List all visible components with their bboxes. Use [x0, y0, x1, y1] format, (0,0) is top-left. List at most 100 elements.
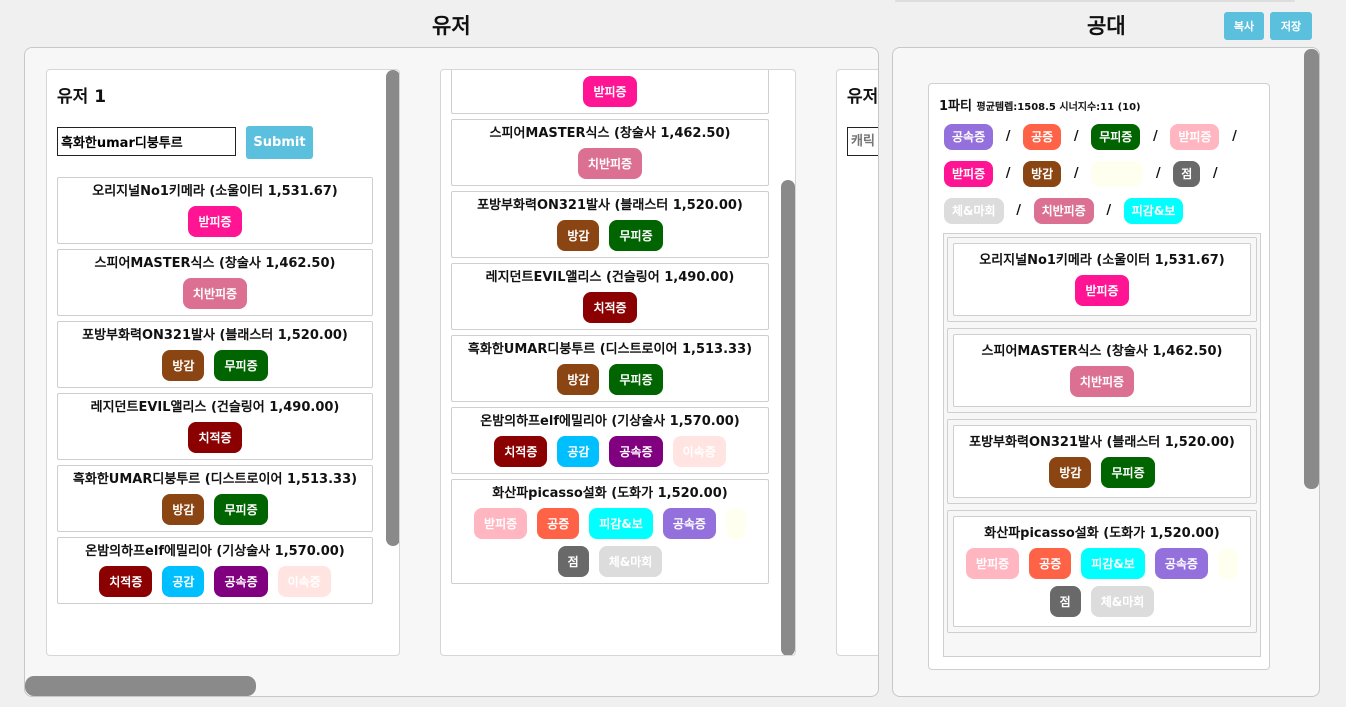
synergy-tag: 공감 [557, 436, 600, 467]
character-item[interactable]: 스피어MASTER식스 (창술사 1,462.50) 치반피증 [451, 119, 769, 186]
separator: / [1005, 166, 1011, 181]
synergy-tag: 공속증 [214, 566, 268, 597]
separator: / [1152, 129, 1158, 144]
synergy-tag: 공증 [1029, 548, 1072, 579]
separator: / [1106, 203, 1112, 218]
character-card: 화산파picasso설화 (도화가 1,520.00) 받피증 공증 피감&보 공속증 점… [953, 516, 1251, 627]
synergy-tag [725, 508, 746, 539]
character-name-input[interactable] [57, 127, 236, 156]
top-divider [895, 0, 1295, 2]
synergy-tag: 방감 [557, 364, 600, 395]
synergy-tag: 이속증 [277, 566, 331, 597]
horizontal-scrollbar[interactable] [25, 676, 256, 696]
synergy-tag: 무피증 [609, 364, 663, 395]
character-name-input[interactable] [847, 127, 878, 156]
synergy-tags: 방감 무피증 [62, 350, 368, 381]
synergy-tag: 방감 [162, 494, 205, 525]
synergy-tag: 방감 [557, 220, 600, 251]
synergy-tags: 받피증 [958, 275, 1246, 306]
vertical-scrollbar[interactable] [1304, 49, 1319, 489]
separator: / [1016, 203, 1021, 218]
synergy-tag: 무피증 [609, 220, 663, 251]
raid-section-title: 공대 [1087, 14, 1126, 38]
synergy-tag: 공속증 [609, 436, 663, 467]
synergy-tag: 치반피증 [1033, 197, 1094, 224]
synergy-tags: 받피증 공증 피감&보 공속증 점 체&마회 [456, 508, 764, 577]
character-title: 포방부화력ON321발사 (블래스터 1,520.00) [82, 328, 348, 343]
vertical-scrollbar[interactable] [386, 70, 399, 546]
character-title: 포방부화력ON321발사 (블래스터 1,520.00) [477, 198, 743, 213]
character-item[interactable]: 흑화한UMAR디붕투르 (디스트로이어 1,513.33) 방감 무피증 [451, 335, 769, 402]
synergy-tags: 치적증 공감 공속증 이속증 [62, 566, 368, 597]
synergy-row: 받피증 / 방감 / / 점 / [944, 155, 1264, 192]
character-title: 레지던트EVIL앨리스 (건슬링어 1,490.00) [485, 270, 735, 285]
synergy-tag: 치적증 [188, 422, 242, 453]
synergy-tags: 받피증 공증 피감&보 공속증 점 체&마회 [958, 548, 1246, 617]
character-item[interactable]: 흑화한UMAR디붕투르 (디스트로이어 1,513.33) 방감 무피증 [57, 465, 373, 532]
synergy-tags: 방감 무피증 [62, 494, 368, 525]
synergy-tag: 공감 [162, 566, 205, 597]
user-card-3: 유저 [836, 69, 878, 656]
synergy-tag: 체&마회 [944, 197, 1004, 224]
character-item[interactable]: 레지던트EVIL앨리스 (건슬링어 1,490.00) 치적증 [57, 393, 373, 460]
party-header: 1파티 평균템렙:1508.5 시너지수:11 (10) [939, 95, 1141, 114]
character-item[interactable]: 포방부화력ON321발사 (블래스터 1,520.00) 방감 무피증 [451, 191, 769, 258]
synergy-tag: 받피증 [583, 76, 637, 107]
character-item[interactable]: 레지던트EVIL앨리스 (건슬링어 1,490.00) 치적증 [451, 263, 769, 330]
synergy-tag: 점 [557, 546, 589, 577]
synergy-tags: 방감 무피증 [456, 364, 764, 395]
character-item[interactable]: 화산파picasso설화 (도화가 1,520.00) 받피증 공증 피감&보 공속증 점… [947, 510, 1257, 633]
party-stats: 평균템렙:1508.5 시너지수:11 (10) [976, 102, 1141, 113]
character-title: 오리지널No1키메라 (소울이터 1,531.67) [92, 184, 338, 199]
synergy-tag: 치반피증 [1069, 366, 1135, 397]
vertical-scrollbar[interactable] [781, 180, 795, 655]
character-title: 화산파picasso설화 (도화가 1,520.00) [492, 486, 728, 501]
user-card-1: 유저 1 Submit 오리지널No1키메라 (소울이터 1,531.67) 받피… [46, 69, 400, 656]
save-button[interactable]: 저장 [1270, 12, 1312, 40]
character-item[interactable]: 스피어MASTER식스 (창술사 1,462.50) 치반피증 [57, 249, 373, 316]
synergy-tag: 받피증 [944, 160, 994, 187]
character-title: 흑화한UMAR디붕투르 (디스트로이어 1,513.33) [467, 342, 753, 357]
synergy-tag: 방감 [1049, 457, 1092, 488]
character-item[interactable]: 온밤의하프elf에밀리아 (기상술사 1,570.00) 치적증 공감 공속증 이속증 [57, 537, 373, 604]
synergy-tag: 무피증 [214, 494, 268, 525]
character-list: 받피증 스피어MASTER식스 (창술사 1,462.50) 치반피증 포방부화력ON… [451, 70, 769, 589]
character-item[interactable]: 화산파picasso설화 (도화가 1,520.00) 받피증 공증 피감&보 공속증 점… [451, 479, 769, 584]
synergy-row: 체&마회 / 치반피증 / 피감&보 [944, 192, 1264, 229]
synergy-tag [1217, 548, 1238, 579]
synergy-tag: 점 [1173, 160, 1201, 187]
synergy-tag: 체&마회 [598, 546, 663, 577]
character-item[interactable]: 오리지널No1키메라 (소울이터 1,531.67) 받피증 [57, 177, 373, 244]
synergy-tag: 공속증 [662, 508, 716, 539]
synergy-tag: 무피증 [1101, 457, 1155, 488]
copy-button[interactable]: 복사 [1224, 12, 1264, 40]
synergy-tag: 방감 [1023, 160, 1062, 187]
character-title: 스피어MASTER식스 (창술사 1,462.50) [489, 126, 731, 141]
character-title: 흑화한UMAR디붕투르 (디스트로이어 1,513.33) [72, 472, 358, 487]
synergy-tags: 받피증 [62, 206, 368, 237]
synergy-tag: 받피증 [1170, 123, 1220, 150]
character-item[interactable]: 온밤의하프elf에밀리아 (기상술사 1,570.00) 치적증 공감 공속증 이속증 [451, 407, 769, 474]
character-item[interactable]: 오리지널No1키메라 (소울이터 1,531.67) 받피증 [947, 237, 1257, 322]
character-item[interactable]: 포방부화력ON321발사 (블래스터 1,520.00) 방감 무피증 [57, 321, 373, 388]
synergy-tag: 받피증 [1075, 275, 1129, 306]
synergy-tags: 방감 무피증 [958, 457, 1246, 488]
character-item[interactable]: 받피증 [451, 70, 769, 114]
synergy-tags: 치적증 [62, 422, 368, 453]
synergy-tag: 방감 [162, 350, 205, 381]
character-item[interactable]: 스피어MASTER식스 (창술사 1,462.50) 치반피증 [947, 328, 1257, 413]
synergy-tag: 받피증 [474, 508, 528, 539]
synergy-tag: 이속증 [672, 436, 726, 467]
character-title: 오리지널No1키메라 (소울이터 1,531.67) [979, 253, 1225, 268]
separator: / [1155, 166, 1161, 181]
character-list: 오리지널No1키메라 (소울이터 1,531.67) 받피증스피어MASTER식스… [57, 177, 373, 609]
synergy-tag: 치반피증 [182, 278, 248, 309]
character-card: 스피어MASTER식스 (창술사 1,462.50) 치반피증 [953, 334, 1251, 407]
submit-button[interactable]: Submit [246, 126, 313, 159]
user-section-title: 유저 [432, 14, 471, 38]
character-item[interactable]: 포방부화력ON321발사 (블래스터 1,520.00) 방감 무피증 [947, 419, 1257, 504]
synergy-tag: 점 [1049, 586, 1081, 617]
synergy-tags: 치반피증 [62, 278, 368, 309]
separator: / [1005, 129, 1011, 144]
separator: / [1073, 166, 1079, 181]
